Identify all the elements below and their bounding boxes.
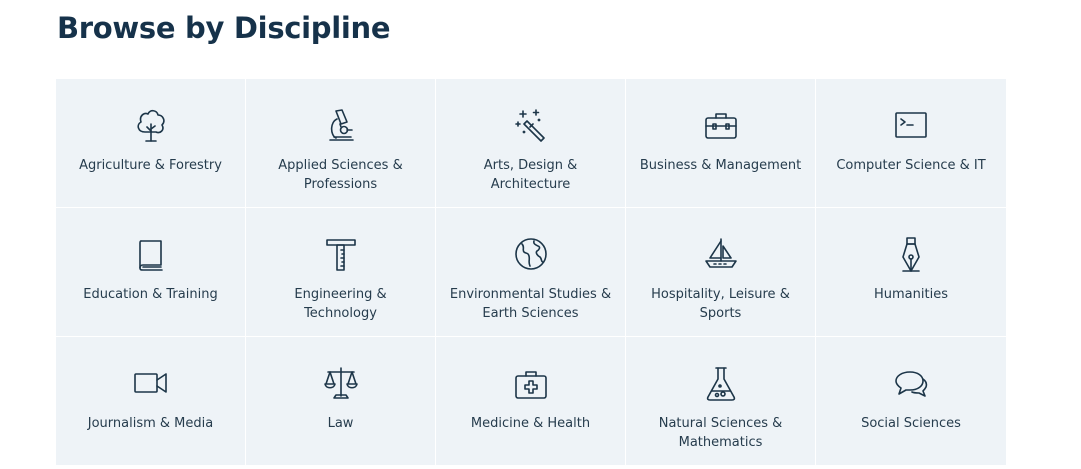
discipline-tile-hospitality-leisure-sports[interactable]: Hospitality, Leisure & Sports xyxy=(626,208,816,337)
discipline-tile-social-sciences[interactable]: Social Sciences xyxy=(816,337,1006,466)
discipline-label: Law xyxy=(327,416,354,431)
discipline-label: Social Sciences xyxy=(861,416,961,431)
discipline-label: Engineering & Technology xyxy=(294,287,387,321)
discipline-tile-computer-science-it[interactable]: Computer Science & IT xyxy=(816,79,1006,208)
discipline-tile-applied-sciences[interactable]: Applied Sciences & Professions xyxy=(246,79,436,208)
discipline-label: Hospitality, Leisure & Sports xyxy=(651,287,790,321)
discipline-tile-medicine-health[interactable]: Medicine & Health xyxy=(436,337,626,466)
discipline-tile-education-training[interactable]: Education & Training xyxy=(56,208,246,337)
page-title: Browse by Discipline xyxy=(57,11,391,45)
discipline-label: Business & Management xyxy=(639,158,802,173)
t-square-icon xyxy=(321,234,361,274)
first-aid-kit-icon xyxy=(511,363,551,403)
discipline-label: Applied Sciences & Professions xyxy=(278,158,403,192)
discipline-label: Natural Sciences & Mathematics xyxy=(658,416,783,450)
discipline-tile-business-management[interactable]: Business & Management xyxy=(626,79,816,208)
tree-icon xyxy=(131,105,171,145)
video-camera-icon xyxy=(131,363,171,403)
terminal-icon xyxy=(891,105,931,145)
briefcase-icon xyxy=(701,105,741,145)
globe-icon xyxy=(511,234,551,274)
microscope-icon xyxy=(321,105,361,145)
chat-bubbles-icon xyxy=(891,363,931,403)
discipline-label: Computer Science & IT xyxy=(836,158,986,173)
discipline-label: Medicine & Health xyxy=(470,416,591,431)
scales-icon xyxy=(321,363,361,403)
sailboat-icon xyxy=(701,234,741,274)
discipline-tile-journalism-media[interactable]: Journalism & Media xyxy=(56,337,246,466)
discipline-label: Humanities xyxy=(874,287,948,302)
discipline-label: Arts, Design & Architecture xyxy=(483,158,578,192)
magic-wand-icon xyxy=(511,105,551,145)
discipline-tile-law[interactable]: Law xyxy=(246,337,436,466)
discipline-tile-arts-design-architecture[interactable]: Arts, Design & Architecture xyxy=(436,79,626,208)
discipline-tile-humanities[interactable]: Humanities xyxy=(816,208,1006,337)
discipline-tile-environmental-studies[interactable]: Environmental Studies & Earth Sciences xyxy=(436,208,626,337)
flask-icon xyxy=(701,363,741,403)
discipline-tile-natural-sciences-mathematics[interactable]: Natural Sciences & Mathematics xyxy=(626,337,816,466)
book-icon xyxy=(131,234,171,274)
discipline-label: Education & Training xyxy=(83,287,218,302)
discipline-label: Journalism & Media xyxy=(87,416,214,431)
discipline-tile-engineering-technology[interactable]: Engineering & Technology xyxy=(246,208,436,337)
discipline-grid: Agriculture & Forestry Applied Sciences … xyxy=(56,79,1006,469)
discipline-label: Environmental Studies & Earth Sciences xyxy=(449,287,612,321)
discipline-label: Agriculture & Forestry xyxy=(79,158,222,173)
discipline-tile-agriculture-forestry[interactable]: Agriculture & Forestry xyxy=(56,79,246,208)
fountain-pen-icon xyxy=(891,234,931,274)
